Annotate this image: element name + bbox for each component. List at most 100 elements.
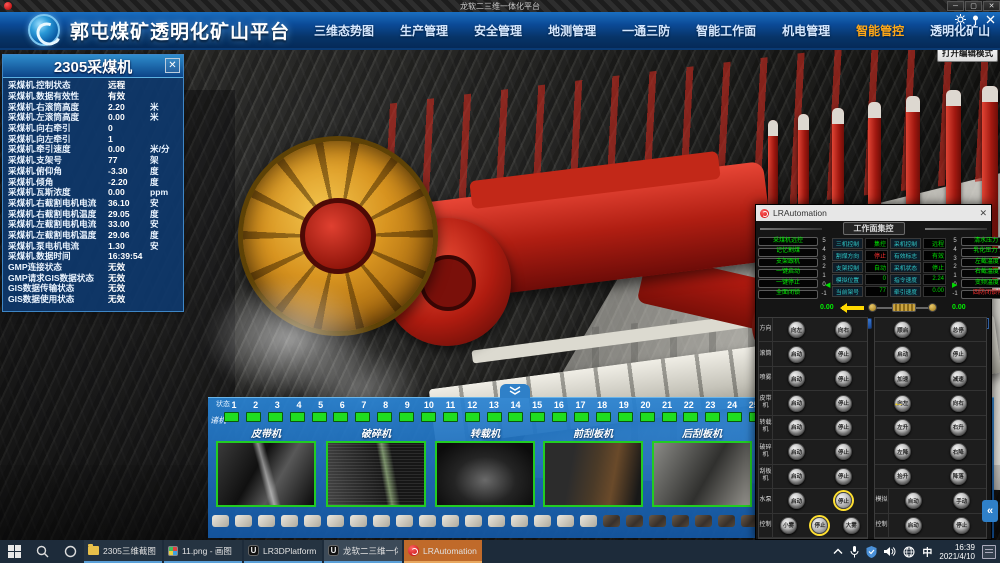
control-button-启动[interactable]: 启动 — [788, 419, 805, 436]
camera-thumbnail[interactable] — [543, 441, 643, 507]
control-button-大雾[interactable]: 大雾 — [843, 517, 860, 534]
lra-mode-button[interactable]: 一键停止 — [758, 279, 818, 288]
taskbar-app[interactable]: ULR3DPlatform - U... — [244, 540, 322, 563]
nav-item-3[interactable]: 安全管理 — [474, 22, 522, 39]
control-button-小雾[interactable]: 小雾 — [780, 517, 797, 534]
close-icon[interactable] — [985, 14, 996, 25]
camera-thumbnail[interactable] — [435, 441, 535, 507]
status-value-cell: 停止 — [923, 262, 946, 273]
speaker-icon[interactable] — [884, 546, 896, 557]
control-button-启动[interactable]: 启动 — [788, 468, 805, 485]
slider-handle[interactable] — [892, 303, 916, 312]
taskbar-app[interactable]: 2305三维截图 — [84, 540, 162, 563]
search-icon[interactable] — [28, 540, 56, 563]
control-button-启动[interactable]: 启动 — [788, 443, 805, 460]
security-shield-icon[interactable] — [866, 546, 877, 558]
control-button-停止[interactable]: 停止 — [835, 468, 852, 485]
lra-sensor-button[interactable]: 变频温度90 — [961, 279, 1000, 288]
lra-sensor-button[interactable]: 乳化压力100 — [961, 248, 1000, 257]
control-button-顺启[interactable]: 顺启 — [894, 321, 911, 338]
ime-indicator[interactable]: 中 — [922, 544, 932, 559]
control-button-启动[interactable]: 启动 — [788, 346, 805, 363]
lra-sensor-button[interactable]: 左截温度80 — [961, 258, 1000, 267]
control-button-手动[interactable]: 手动 — [953, 492, 970, 509]
nav-item-1[interactable]: 三维态势图 — [314, 22, 374, 39]
network-globe-icon[interactable] — [903, 546, 915, 558]
close-button[interactable]: ✕ — [983, 1, 1000, 11]
control-button-启动[interactable]: 启动 — [788, 492, 805, 509]
control-button-停止[interactable]: 停止 — [835, 419, 852, 436]
panel-close-icon[interactable]: ✕ — [165, 58, 180, 73]
control-button-加速[interactable]: 加速 — [894, 370, 911, 387]
action-center-icon[interactable] — [982, 545, 996, 559]
control-button-启动[interactable]: 启动 — [905, 517, 922, 534]
control-button-停止[interactable]: 停止 — [835, 370, 852, 387]
panel-collapse-button[interactable]: « — [982, 500, 998, 522]
control-button-启动[interactable]: 启动 — [788, 370, 805, 387]
control-button-左降[interactable]: 左降 — [894, 443, 911, 460]
filmstrip-frame — [465, 515, 482, 527]
slider-knob-right[interactable] — [928, 303, 937, 312]
start-button[interactable] — [0, 540, 28, 563]
control-button-左升[interactable]: 左升 — [894, 419, 911, 436]
maximize-button[interactable]: ▢ — [965, 1, 982, 11]
lra-mode-button[interactable]: 支架跟机 — [758, 258, 818, 267]
nav-item-4[interactable]: 地测管理 — [548, 22, 596, 39]
control-button-向右[interactable]: 向右 — [950, 395, 967, 412]
lra-mode-button[interactable]: 记忆割煤 — [758, 248, 818, 257]
clock[interactable]: 16:39 2021/4/10 — [939, 543, 975, 561]
control-button-总停[interactable]: 总停 — [950, 321, 967, 338]
lra-sensor-button[interactable]: 右截温度80 — [961, 269, 1000, 278]
lra-mode-button[interactable]: 全面闭锁 — [758, 290, 818, 299]
camera-thumbnail[interactable] — [326, 441, 426, 507]
task-view-icon[interactable] — [56, 540, 84, 563]
lra-sensor-button[interactable]: 清水压力1.5 — [961, 237, 1000, 246]
control-button-停止[interactable]: 停止 — [953, 517, 970, 534]
nav-item-8[interactable]: 智能管控 — [856, 22, 904, 39]
gear-icon[interactable] — [955, 14, 966, 25]
camera-thumbnail[interactable] — [652, 441, 752, 507]
taskbar-app[interactable]: 11.png - 画图 — [164, 540, 242, 563]
control-button-降落[interactable]: 降落 — [950, 468, 967, 485]
taskbar-app[interactable]: U龙软二三维一体化... — [324, 540, 402, 563]
taskbar-app[interactable]: LRAutomation — [404, 540, 482, 563]
lra-sensor-button[interactable]: 四防闭锁停止 — [961, 290, 1000, 299]
control-button-右升[interactable]: 右升 — [950, 419, 967, 436]
lra-close-icon[interactable]: ✕ — [979, 208, 987, 219]
control-button-停止[interactable]: 停止 — [835, 443, 852, 460]
control-button-停止[interactable]: 停止 — [835, 492, 852, 509]
lra-mode-button[interactable]: 一键启动 — [758, 269, 818, 278]
microphone-icon[interactable] — [850, 546, 859, 558]
status-label-cell: 采机控制 — [890, 238, 921, 249]
nav-item-5[interactable]: 一通三防 — [622, 22, 670, 39]
control-button-停止[interactable]: 停止 — [950, 346, 967, 363]
row-value: 2.20 — [108, 102, 150, 112]
nav-item-7[interactable]: 机电管理 — [782, 22, 830, 39]
channel-number: 21 — [657, 400, 677, 410]
status-label-cell: 指令速度 — [890, 274, 921, 285]
control-button-启动[interactable]: 启动 — [788, 395, 805, 412]
collapse-chevron-icon[interactable] — [500, 384, 530, 398]
row-value: 16:39:54 — [108, 251, 150, 261]
tray-expand-icon[interactable] — [833, 548, 843, 555]
control-button-停止[interactable]: 停止 — [835, 346, 852, 363]
control-button-向左[interactable]: 向左 — [788, 321, 805, 338]
control-button-自动[interactable]: 自动 — [905, 492, 922, 509]
lra-mode-button[interactable]: 采煤机远控 — [758, 237, 818, 246]
slider-knob-left[interactable] — [868, 303, 877, 312]
shearer-data-panel: 2305采煤机 ✕ 采煤机.控制状态远程采煤机.数据有效性有效采煤机.右滚筒高度… — [2, 54, 184, 312]
nav-item-2[interactable]: 生产管理 — [400, 22, 448, 39]
control-button-减速[interactable]: 减速 — [950, 370, 967, 387]
control-button-向右[interactable]: 向右 — [835, 321, 852, 338]
pin-icon[interactable] — [970, 14, 981, 25]
minimize-button[interactable]: ─ — [947, 1, 964, 11]
right-button-row: 左降 右降 — [875, 440, 986, 464]
control-button-停止[interactable]: 停止 — [835, 395, 852, 412]
control-button-右降[interactable]: 右降 — [950, 443, 967, 460]
camera-thumbnail[interactable] — [216, 441, 316, 507]
button-group: 启动 停止 — [773, 395, 867, 412]
control-button-停止[interactable]: 停止 — [811, 517, 828, 534]
control-button-抬升[interactable]: 抬升 — [894, 468, 911, 485]
nav-item-6[interactable]: 智能工作面 — [696, 22, 756, 39]
control-button-启动[interactable]: 启动 — [894, 346, 911, 363]
